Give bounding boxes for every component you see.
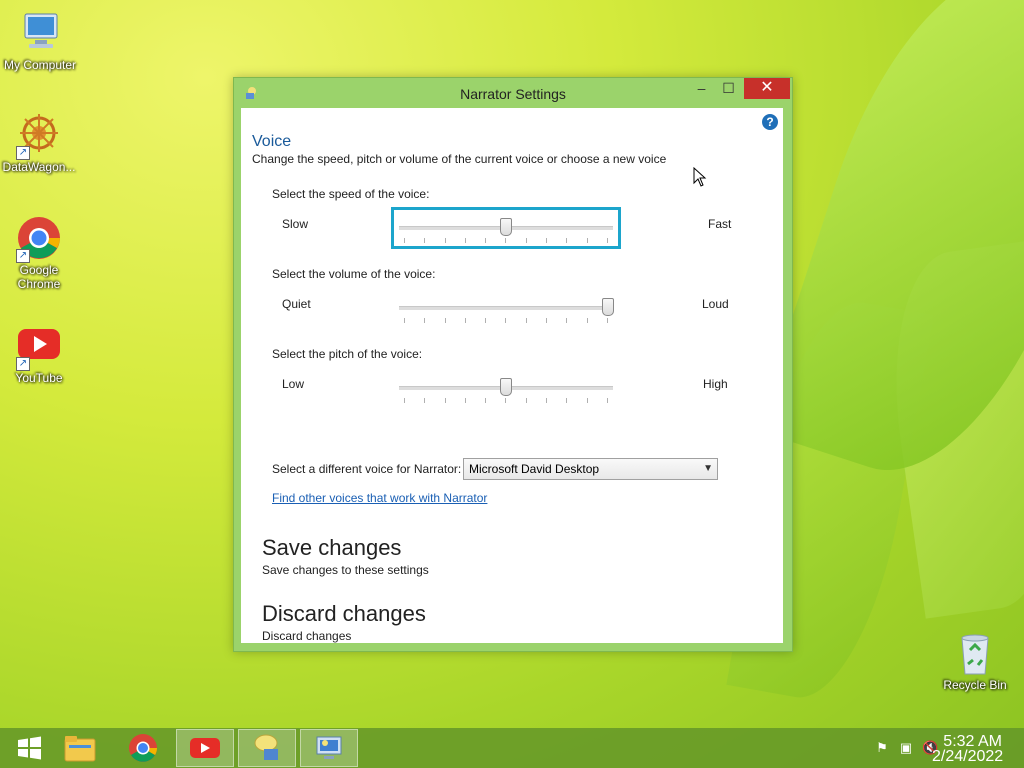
pitch-slider-thumb[interactable] [500, 378, 512, 396]
slider-track [399, 306, 613, 310]
voice-select-value: Microsoft David Desktop [469, 462, 600, 476]
title-bar[interactable]: Narrator Settings – ☐ ✕ [234, 78, 792, 108]
chrome-icon: ↗ [16, 215, 62, 263]
chrome-icon [129, 734, 157, 762]
voice-select-dropdown[interactable]: Microsoft David Desktop ▼ [463, 458, 718, 480]
pitch-min-label: Low [282, 377, 305, 391]
pitch-label: Select the pitch of the voice: [272, 347, 423, 361]
speed-min-label: Slow [282, 217, 309, 231]
speed-slider-thumb[interactable] [500, 218, 512, 236]
desktop-icon-recycle-bin[interactable]: Recycle Bin [935, 630, 1015, 692]
volume-max-label: Loud [702, 297, 729, 311]
taskbar: ⚑ ▣ 🔇 5:32 AM 2/24/2022 [0, 728, 1024, 768]
pitch-max-label: High [703, 377, 728, 391]
voice-section-description: Change the speed, pitch or volume of the… [252, 152, 667, 166]
desktop-icon-label: Recycle Bin [943, 678, 1007, 692]
youtube-icon: ↗ [16, 323, 62, 371]
speed-max-label: Fast [708, 217, 732, 231]
volume-label: Select the volume of the voice: [272, 267, 436, 281]
taskbar-file-explorer[interactable] [51, 729, 109, 767]
shortcut-arrow-icon: ↗ [16, 357, 30, 371]
shortcut-arrow-icon: ↗ [16, 249, 30, 263]
volume-slider[interactable] [396, 292, 616, 324]
clock[interactable]: 5:32 AM 2/24/2022 [932, 733, 1004, 765]
slider-ticks [404, 238, 608, 244]
slider-ticks [404, 318, 608, 324]
slider-ticks [404, 398, 608, 404]
close-button[interactable]: ✕ [744, 78, 790, 99]
folder-icon [64, 736, 96, 762]
clock-date: 2/24/2022 [932, 748, 1004, 765]
desktop-icon-my-computer[interactable]: My Computer [0, 10, 80, 72]
discard-changes-button[interactable]: Discard changes [262, 601, 426, 627]
minimize-button[interactable]: – [688, 78, 715, 99]
speed-label: Select the speed of the voice: [272, 187, 430, 201]
network-icon[interactable]: ▣ [898, 740, 914, 756]
computer-icon [17, 10, 63, 56]
narrator-icon [254, 734, 278, 760]
volume-slider-thumb[interactable] [602, 298, 614, 316]
desktop-icon-label: My Computer [3, 58, 77, 72]
taskbar-narrator-settings[interactable] [300, 729, 358, 767]
youtube-icon [190, 738, 220, 758]
help-icon[interactable]: ? [762, 114, 778, 130]
clock-time: 5:32 AM [943, 733, 1002, 750]
desktop-icon-label: YouTube [15, 371, 63, 385]
discard-changes-description: Discard changes [262, 629, 352, 643]
speed-slider[interactable] [391, 207, 621, 249]
taskbar-youtube[interactable] [176, 729, 234, 767]
narrator-settings-window: Narrator Settings – ☐ ✕ ? Voice Change t… [233, 77, 793, 652]
datawagon-icon: ↗ [16, 112, 62, 160]
taskbar-chrome[interactable] [114, 729, 172, 767]
voice-section-title: Voice [252, 133, 292, 150]
shortcut-arrow-icon: ↗ [16, 146, 30, 160]
desktop-icon-google-chrome[interactable]: ↗ Google Chrome [0, 215, 79, 291]
volume-min-label: Quiet [282, 297, 311, 311]
save-changes-button[interactable]: Save changes [262, 535, 401, 561]
pitch-slider[interactable] [396, 372, 616, 404]
desktop-icon-youtube[interactable]: ↗ YouTube [0, 323, 79, 385]
recycle-bin-icon [952, 630, 998, 676]
window-content: ? Voice Change the speed, pitch or volum… [241, 108, 783, 643]
flag-icon[interactable]: ⚑ [874, 740, 890, 756]
desktop-icon-datawagon[interactable]: ↗ DataWagon... [0, 112, 79, 174]
start-button[interactable] [0, 729, 58, 767]
settings-monitor-icon [316, 736, 342, 759]
chevron-down-icon: ▼ [703, 463, 713, 474]
voice-select-label: Select a different voice for Narrator: [272, 462, 462, 476]
save-changes-description: Save changes to these settings [262, 563, 429, 577]
desktop-icon-label: DataWagon... [2, 160, 76, 174]
taskbar-narrator[interactable] [238, 729, 296, 767]
find-voices-link[interactable]: Find other voices that work with Narrato… [272, 491, 487, 505]
maximize-button[interactable]: ☐ [715, 78, 742, 99]
desktop-icon-label: Google Chrome [17, 263, 61, 291]
windows-logo-icon [18, 736, 41, 760]
